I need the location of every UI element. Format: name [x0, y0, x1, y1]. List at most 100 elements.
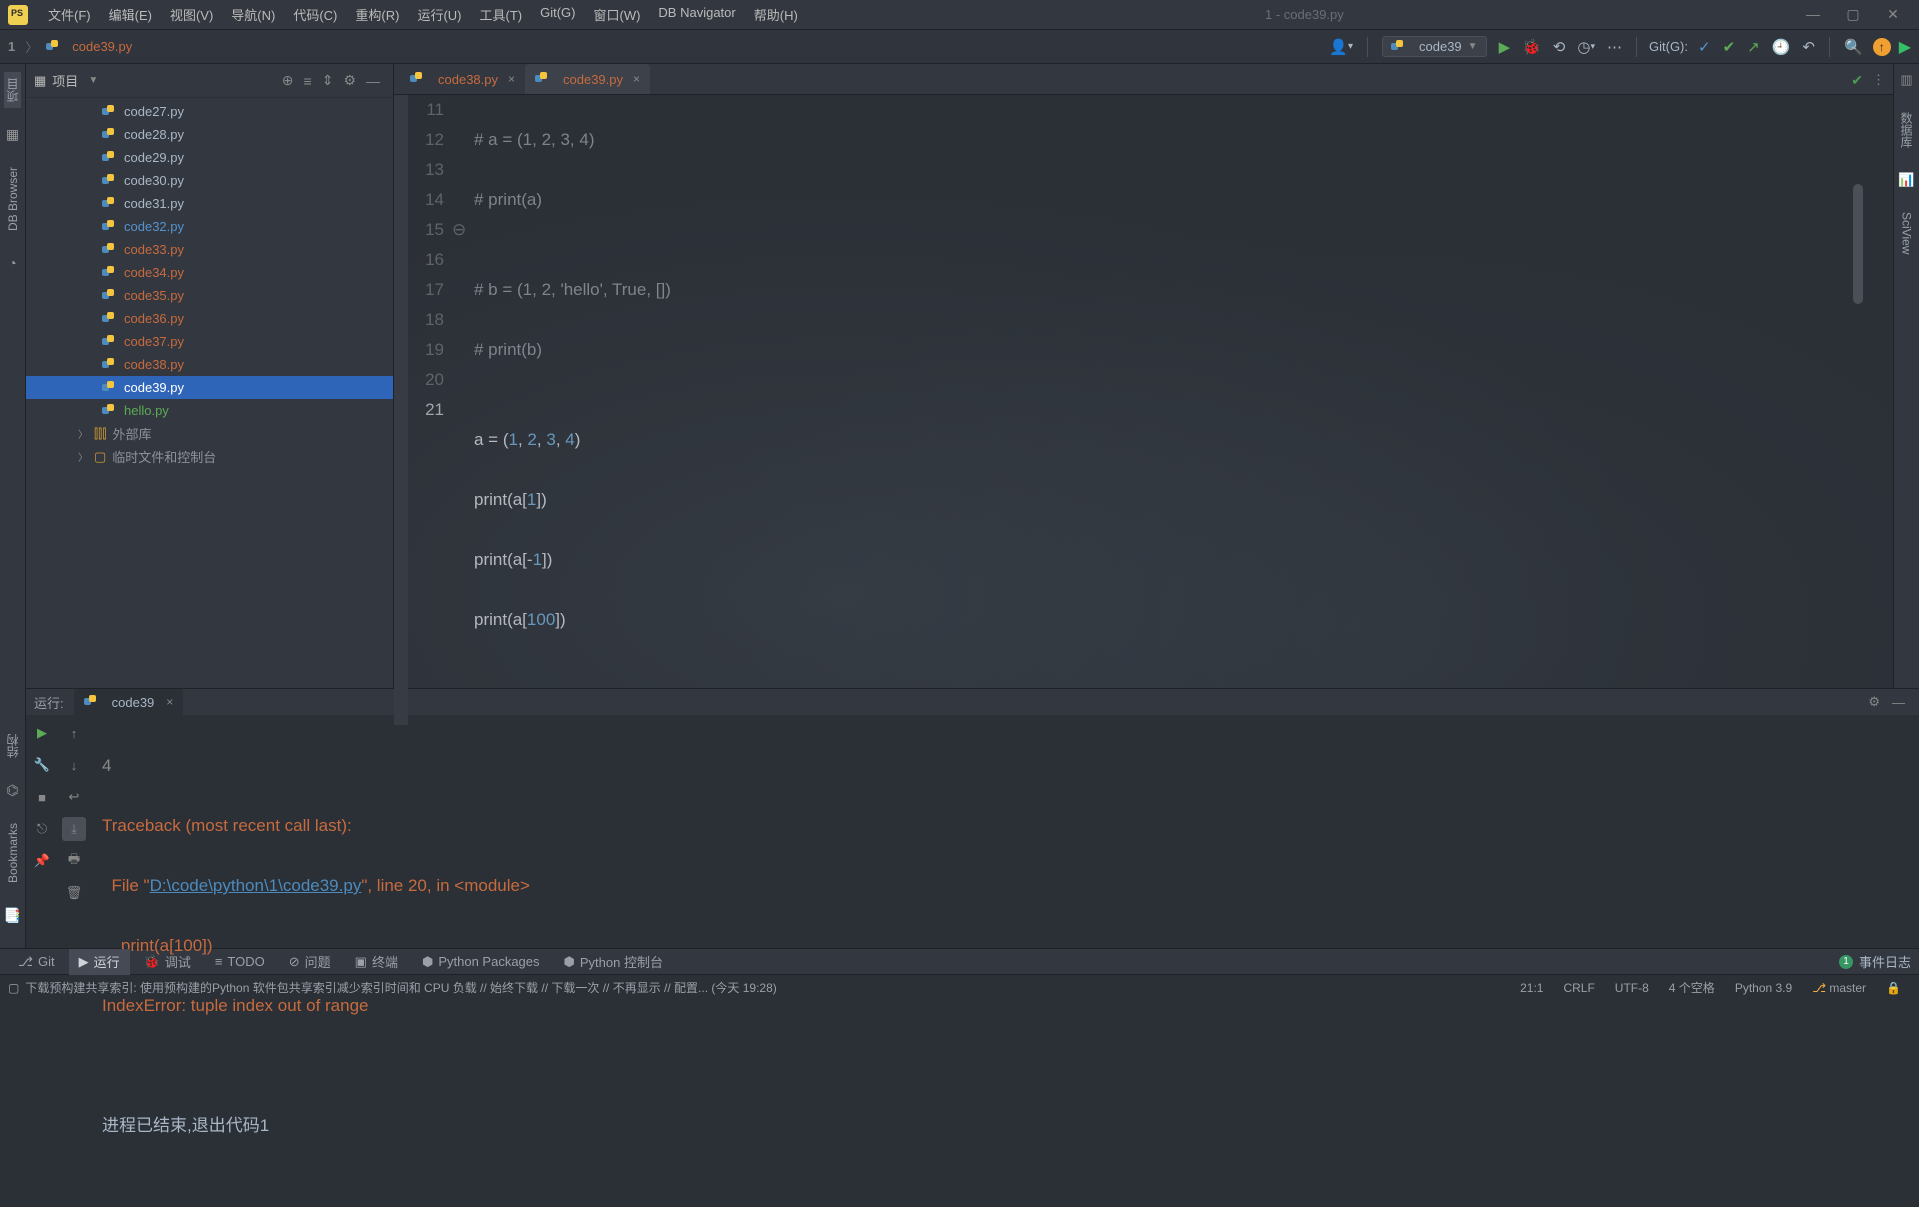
window-maximize-button[interactable]: ▢: [1843, 6, 1863, 23]
line-separator[interactable]: CRLF: [1553, 981, 1604, 995]
git-update-button[interactable]: ✓: [1692, 30, 1717, 64]
code-editor[interactable]: 1112131415161718192021 ⊖ # a = (1, 2, 3,…: [394, 95, 1893, 725]
fold-gutter[interactable]: ⊖: [452, 95, 470, 725]
python-console-tool-button[interactable]: ⬢Python 控制台: [554, 949, 673, 975]
tree-file-hello-py[interactable]: hello.py: [26, 399, 393, 422]
editor-tab-code39[interactable]: code39.py×: [525, 64, 650, 94]
menu-code[interactable]: 代码(C): [285, 1, 345, 28]
git-rollback-button[interactable]: ↶: [1796, 30, 1821, 64]
python-interpreter[interactable]: Python 3.9: [1725, 981, 1802, 995]
menu-run[interactable]: 运行(U): [409, 1, 469, 28]
file-encoding[interactable]: UTF-8: [1605, 981, 1659, 995]
indent-setting[interactable]: 4 个空格: [1659, 979, 1725, 996]
database-tool-button[interactable]: 数据库: [1898, 106, 1915, 154]
debug-tool-button[interactable]: 🐞调试: [134, 949, 201, 975]
modify-run-button[interactable]: 🔧: [30, 753, 54, 777]
scroll-to-end-button[interactable]: ⤓: [62, 817, 86, 841]
tree-file-code27-py[interactable]: code27.py: [26, 100, 393, 123]
file-link[interactable]: D:\code\python\1\code39.py: [150, 876, 362, 895]
window-close-button[interactable]: ✕: [1883, 6, 1903, 23]
git-tool-button[interactable]: ⎇Git: [8, 949, 65, 975]
tree-external-libs[interactable]: 〉⫿⫿⫿外部库: [26, 422, 393, 445]
menu-window[interactable]: 窗口(W): [585, 1, 648, 28]
locate-file-button[interactable]: ⊕: [277, 72, 299, 89]
menu-tools[interactable]: 工具(T): [471, 1, 530, 28]
status-message[interactable]: 下载预构建共享索引: 使用预构建的Python 软件包共享索引减少索引时间和 C…: [25, 979, 776, 996]
project-tree[interactable]: code27.pycode28.pycode29.pycode30.pycode…: [26, 98, 393, 688]
ide-update-badge[interactable]: ↑: [1873, 38, 1891, 56]
menu-navigate[interactable]: 导航(N): [223, 1, 283, 28]
tree-file-code37-py[interactable]: code37.py: [26, 330, 393, 353]
tree-file-code39-py[interactable]: code39.py: [26, 376, 393, 399]
panel-settings-button[interactable]: ⚙: [338, 72, 361, 89]
python-packages-tool-button[interactable]: ⬢Python Packages: [412, 949, 550, 975]
tabs-more-button[interactable]: ⋮: [1872, 72, 1885, 88]
menu-dbnav[interactable]: DB Navigator: [650, 1, 743, 28]
tree-file-code31-py[interactable]: code31.py: [26, 192, 393, 215]
git-branch[interactable]: ⎇ master: [1802, 981, 1876, 995]
menu-help[interactable]: 帮助(H): [746, 1, 806, 28]
collapse-all-button[interactable]: ⇕: [317, 72, 339, 89]
git-history-button[interactable]: 🕘: [1766, 30, 1797, 64]
project-view-selector[interactable]: ▦ 项目 ▼: [34, 71, 98, 90]
db-browser-tool-button[interactable]: DB Browser: [6, 161, 20, 237]
bookmarks-tool-button[interactable]: Bookmarks: [6, 817, 20, 889]
event-log-button[interactable]: 1事件日志: [1839, 952, 1911, 971]
editor-scrollbar-thumb[interactable]: [1853, 184, 1863, 304]
breadcrumb-root[interactable]: 1: [8, 39, 25, 54]
breadcrumb-file[interactable]: code39.py: [46, 39, 132, 54]
search-everywhere-button[interactable]: 🔍: [1838, 30, 1869, 64]
menu-view[interactable]: 视图(V): [162, 1, 221, 28]
todo-tool-button[interactable]: ≡TODO: [205, 949, 275, 975]
git-commit-button[interactable]: ✔: [1717, 30, 1742, 64]
expand-all-button[interactable]: ≡: [299, 73, 317, 89]
soft-wrap-button[interactable]: ↩: [62, 785, 86, 809]
menu-file[interactable]: 文件(F): [40, 1, 99, 28]
code-with-me-button[interactable]: ▶: [1899, 37, 1911, 57]
project-tool-button[interactable]: 项目: [4, 72, 21, 108]
problems-tool-button[interactable]: ⊘问题: [279, 949, 341, 975]
tree-file-code38-py[interactable]: code38.py: [26, 353, 393, 376]
readonly-lock-icon[interactable]: 🔒: [1876, 981, 1911, 995]
attach-button[interactable]: ⋯: [1601, 30, 1628, 64]
profile-button[interactable]: ◷▾: [1571, 30, 1601, 64]
breakpoint-gutter[interactable]: [394, 95, 408, 725]
terminal-tool-button[interactable]: ▣终端: [345, 949, 408, 975]
close-tab-button[interactable]: ×: [508, 72, 515, 86]
tree-file-code30-py[interactable]: code30.py: [26, 169, 393, 192]
tree-file-code36-py[interactable]: code36.py: [26, 307, 393, 330]
tree-file-code35-py[interactable]: code35.py: [26, 284, 393, 307]
tree-scratches[interactable]: 〉▢临时文件和控制台: [26, 445, 393, 468]
sciview-tool-icon[interactable]: 📊: [1898, 172, 1914, 188]
sciview-tool-button[interactable]: SciView: [1900, 206, 1914, 260]
editor-content[interactable]: # a = (1, 2, 3, 4) # print(a) # b = (1, …: [470, 95, 1893, 725]
menu-refactor[interactable]: 重构(R): [347, 1, 407, 28]
window-minimize-button[interactable]: —: [1803, 6, 1823, 23]
exit-button[interactable]: ⎋: [30, 817, 54, 841]
status-togglebar-button[interactable]: ▢: [8, 981, 19, 995]
structure-tool-button[interactable]: 结构: [4, 728, 21, 764]
tree-file-code29-py[interactable]: code29.py: [26, 146, 393, 169]
run-tab-code39[interactable]: code39×: [74, 689, 184, 715]
run-configuration-dropdown[interactable]: code39 ▼: [1382, 36, 1487, 57]
tree-file-code33-py[interactable]: code33.py: [26, 238, 393, 261]
menu-edit[interactable]: 编辑(E): [101, 1, 160, 28]
editor-tab-code38[interactable]: code38.py×: [400, 64, 525, 94]
git-push-button[interactable]: ↗: [1741, 30, 1766, 64]
rerun-button[interactable]: ▶: [30, 721, 54, 745]
close-tab-button[interactable]: ×: [166, 695, 173, 709]
tree-file-code32-py[interactable]: code32.py: [26, 215, 393, 238]
database-tool-icon[interactable]: ▥: [1900, 72, 1912, 88]
clear-button[interactable]: 🗑: [62, 881, 86, 905]
debug-button[interactable]: 🐞: [1516, 30, 1547, 64]
close-tab-button[interactable]: ×: [633, 72, 640, 86]
inspection-ok-icon[interactable]: ✔: [1851, 72, 1863, 89]
stop-button[interactable]: ■: [30, 785, 54, 809]
coverage-button[interactable]: ⟲: [1547, 30, 1572, 64]
tree-file-code28-py[interactable]: code28.py: [26, 123, 393, 146]
hide-panel-button[interactable]: —: [361, 73, 385, 89]
pin-tab-button[interactable]: 📌: [30, 849, 54, 873]
down-trace-button[interactable]: ↓: [62, 753, 86, 777]
run-button[interactable]: ▶: [1493, 30, 1517, 64]
menu-git[interactable]: Git(G): [532, 1, 583, 28]
